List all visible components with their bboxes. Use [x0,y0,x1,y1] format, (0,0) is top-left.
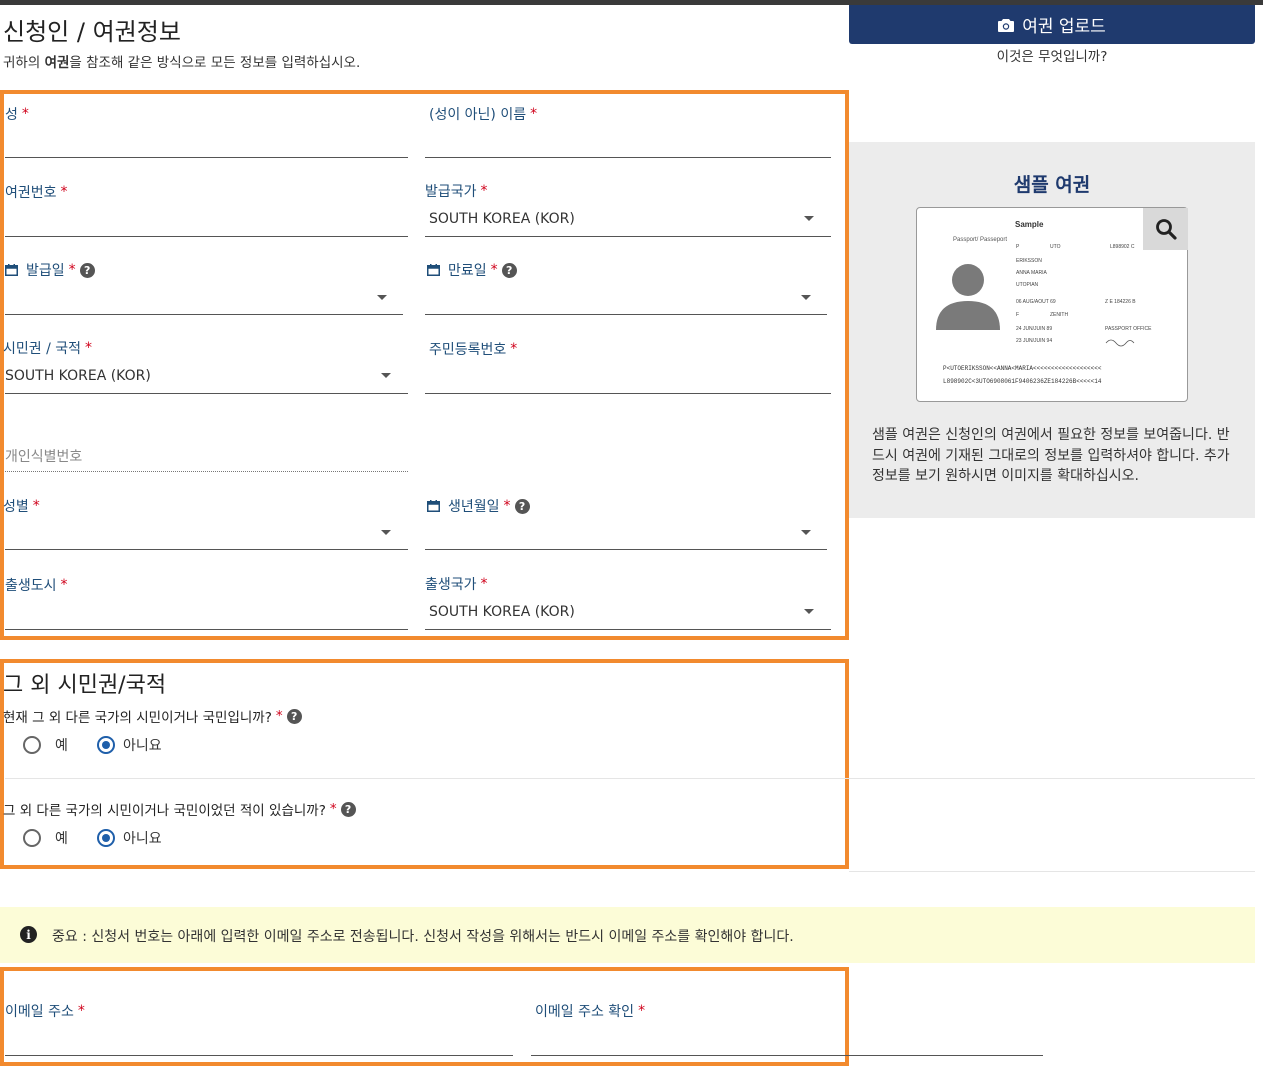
svg-text:23 JUN/JUIN 94: 23 JUN/JUIN 94 [1016,338,1052,344]
issue-date-select[interactable] [5,284,403,315]
svg-text:P: P [1016,244,1020,250]
search-icon [1155,219,1177,240]
given-name-input[interactable] [425,128,831,158]
q2-no-radio[interactable] [97,829,115,847]
upload-passport-label: 여권 업로드 [1022,17,1106,37]
issue-date-label: 발급일 * ? [5,260,95,280]
q1-yes-option[interactable]: 예 [23,735,68,755]
q1-no-radio[interactable] [97,736,115,754]
email-input[interactable] [5,1025,513,1056]
surname-input[interactable] [5,128,408,158]
other-citizenship-title: 그 외 시민권/국적 [3,673,167,698]
issuing-country-label: 발급국가 * [425,183,488,200]
svg-text:F: F [1016,312,1019,318]
svg-text:UTOPIAN: UTOPIAN [1016,282,1039,288]
page-title: 신청인 / 여권정보 [3,18,181,46]
confirm-email-label: 이메일 주소 확인 * [535,1003,646,1020]
svg-text:Z E 184226 B: Z E 184226 B [1105,299,1136,305]
issuing-country-value: SOUTH KOREA (KOR) [429,211,575,227]
passport-number-input[interactable] [5,206,408,237]
current-other-citizen-question: 현재 그 외 다른 국가의 시민이거나 국민입니까? * ? [3,706,302,726]
chevron-down-icon [801,530,811,535]
surname-label: 성 * [5,106,29,123]
help-icon[interactable]: ? [79,262,95,278]
q2-yes-radio[interactable] [23,829,41,847]
passport-heading: Sample [1015,220,1044,229]
svg-text:ANNA MARIA: ANNA MARIA [1016,270,1048,276]
citizenship-select[interactable]: SOUTH KOREA (KOR) [5,362,408,394]
past-other-citizen-question: 그 외 다른 국가의 시민이거나 국민이었던 적이 있습니까? * ? [3,799,356,819]
svg-text:L898902 C: L898902 C [1110,244,1135,250]
calendar-icon [427,500,440,512]
email-label: 이메일 주소 * [5,1003,85,1020]
resident-number-label: 주민등록번호 * [429,341,518,358]
birth-country-value: SOUTH KOREA (KOR) [429,604,575,620]
zoom-button[interactable] [1143,208,1188,250]
birth-city-input[interactable] [5,599,408,630]
sample-passport-image[interactable]: Sample Passport/ Passeport P UTO L898902… [916,207,1188,402]
help-icon[interactable]: ? [340,801,356,817]
sex-label: 성별 * [3,498,40,515]
given-name-label: (성이 아닌) 이름 * [429,106,538,123]
q1-no-option[interactable]: 아니요 [97,735,162,755]
birth-country-label: 출생국가 * [425,576,488,593]
calendar-icon [5,264,18,276]
chevron-down-icon [804,216,814,221]
help-icon[interactable]: ? [514,498,530,514]
sample-passport-title: 샘플 여권 [1013,174,1091,196]
q2-no-option[interactable]: 아니요 [97,828,162,848]
passport-mrz-line-2: L898902C<3UTO6908061F9406236ZE184226B<<<… [943,378,1102,385]
passport-mrz-line-1: P<UTOERIKSSON<<ANNA<MARIA<<<<<<<<<<<<<<<… [943,365,1102,372]
expiry-date-select[interactable] [425,284,827,315]
birth-date-select[interactable] [425,519,827,550]
svg-text:PASSPORT OFFICE: PASSPORT OFFICE [1105,326,1152,332]
section-divider [849,871,1255,872]
help-icon[interactable]: ? [286,708,302,724]
svg-text:24 JUN/JUIN 89: 24 JUN/JUIN 89 [1016,326,1052,332]
sample-passport-description: 샘플 여권은 신청인의 여권에서 필요한 정보를 보여줍니다. 반드시 여권에 … [872,427,1230,484]
upload-passport-button[interactable]: 여권 업로드 [849,5,1255,44]
info-icon: i [20,926,37,943]
confirm-email-input[interactable] [531,1025,1043,1056]
svg-text:06 AUG/AOUT 69: 06 AUG/AOUT 69 [1016,299,1056,305]
chevron-down-icon [381,530,391,535]
birth-country-select[interactable]: SOUTH KOREA (KOR) [425,598,831,630]
birth-city-label: 출생도시 * [5,577,68,594]
what-is-this-link[interactable]: 이것은 무엇입니까? [849,45,1255,65]
chevron-down-icon [381,373,391,378]
citizenship-value: SOUTH KOREA (KOR) [5,368,151,384]
q1-yes-radio[interactable] [23,736,41,754]
sex-select[interactable] [5,519,408,550]
svg-text:ERIKSSON: ERIKSSON [1016,258,1042,264]
passport-number-label: 여권번호 * [5,184,68,201]
camera-icon [998,18,1015,32]
citizenship-label: 시민권 / 국적 * [3,340,93,357]
chevron-down-icon [804,609,814,614]
svg-text:ZENITH: ZENITH [1050,312,1068,318]
expiry-date-label: 만료일 * ? [427,260,517,280]
help-icon[interactable]: ? [501,262,517,278]
personal-id-input[interactable] [5,440,408,472]
birth-date-label: 생년월일 * ? [427,496,530,516]
chevron-down-icon [377,295,387,300]
chevron-down-icon [801,295,811,300]
q2-yes-option[interactable]: 예 [23,828,68,848]
important-notice-text: 중요 : 신청서 번호는 아래에 입력한 이메일 주소로 전송됩니다. 신청서 … [52,929,794,945]
section-divider [5,778,1255,779]
resident-number-input[interactable] [425,363,831,394]
calendar-icon [427,264,440,276]
page-subtitle: 귀하의 여권을 참조해 같은 방식으로 모든 정보를 입력하십시오. [3,55,361,71]
passport-side-label: Passport/ Passeport [953,237,1007,243]
issuing-country-select[interactable]: SOUTH KOREA (KOR) [425,205,831,237]
svg-text:UTO: UTO [1050,244,1061,250]
